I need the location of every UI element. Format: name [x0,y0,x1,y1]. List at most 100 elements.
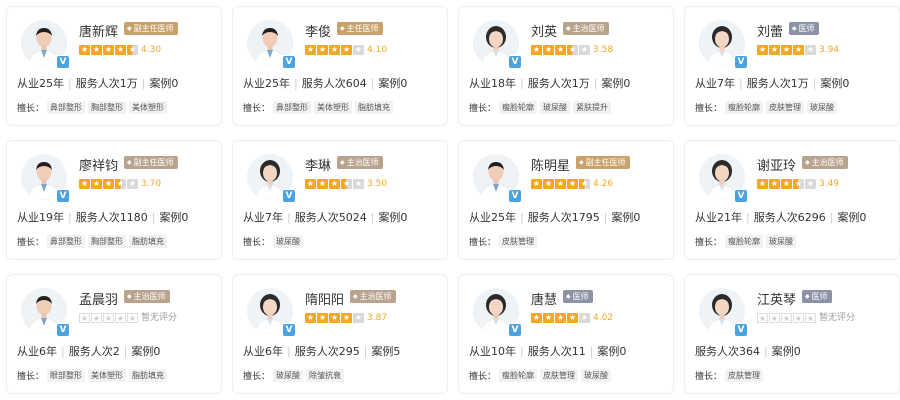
star-icon: ★ [769,313,780,323]
star-icon: ★ [103,313,114,323]
star-icon: ★ [805,313,816,323]
star-icon: ★ [793,179,804,189]
title-badge: 医师 [802,290,832,303]
divider: | [287,345,291,358]
doctor-card[interactable]: V谢亚玲主治医师★★★★★3.49从业21年|服务人次6296|案例0擅长：瘦脸… [684,140,900,260]
skill-tag[interactable]: 鼻部整形 [47,235,86,248]
divider: | [68,211,72,224]
skill-tag[interactable]: 美体塑形 [314,101,353,114]
skill-tag[interactable]: 鼻部整形 [273,101,312,114]
doctor-card[interactable]: V唐新辉副主任医师★★★★★4.30从业25年|服务人次1万|案例0擅长：鼻部整… [6,6,222,126]
skill-tag[interactable]: 胸部整形 [88,101,127,114]
skill-tag[interactable]: 皮肤管理 [725,369,764,382]
title-badge: 主治医师 [124,290,170,303]
skill-tag[interactable]: 美体塑形 [129,101,168,114]
star-icon: ★ [781,45,792,55]
doctor-card[interactable]: V孟晨羽主治医师★★★★★暂无评分从业6年|服务人次2|案例0擅长：眼部整形美体… [6,274,222,394]
verified-v-icon: V [56,323,70,337]
stat-item: 从业7年 [243,211,283,224]
stat-item: 服务人次1795 [527,211,600,224]
doctor-card[interactable]: V江英琴医师★★★★★暂无评分服务人次364|案例0擅长：皮肤管理 [684,274,900,394]
star-icon: ★ [79,179,90,189]
stat-item: 服务人次604 [301,77,367,90]
rating-stars: ★ ★ ★ ★ ★ [531,179,591,190]
skill-tag[interactable]: 玻尿酸 [581,369,612,382]
stat-item: 从业25年 [17,77,64,90]
skill-tag[interactable]: 皮肤管理 [540,369,579,382]
star-icon: ★ [305,45,316,55]
skill-tag[interactable]: 除皱抗衰 [306,369,345,382]
star-icon: ★ [531,45,542,55]
star-icon: ★ [543,179,554,189]
doctor-name[interactable]: 孟晨羽 [79,289,118,308]
doctor-name[interactable]: 陈明星 [531,155,570,174]
doctor-name[interactable]: 唐慧 [531,289,557,308]
doctor-stats: 从业7年 | 服务人次5024 | 案例0 [243,209,407,225]
skill-tag[interactable]: 瘦脸轮廓 [499,101,538,114]
stat-item: 从业7年 [695,77,735,90]
skill-tag[interactable]: 胸部整形 [88,235,127,248]
skill-tag[interactable]: 脂肪填充 [355,101,394,114]
doctor-name[interactable]: 江英琴 [757,289,796,308]
skills-label: 擅长： [695,104,723,114]
doctor-card[interactable]: V刘蕾医师★★★★★3.94从业7年|服务人次1万|案例0擅长：瘦脸轮廓皮肤管理… [684,6,900,126]
rating-score: 3.94 [819,45,840,55]
rating-stars: ★ ★ ★ ★ ★ [757,179,817,190]
doctor-name[interactable]: 刘蕾 [757,21,783,40]
rating-stars: ★ ★ ★ ★ ★ [531,313,591,324]
title-badge: 副主任医师 [576,156,630,169]
divider: | [287,211,291,224]
doctor-name[interactable]: 李琳 [305,155,331,174]
divider: | [370,211,375,224]
doctor-name[interactable]: 李俊 [305,21,331,40]
title-badge: 主治医师 [337,156,383,169]
doctor-name[interactable]: 隋阳阳 [305,289,344,308]
rating-score: 3.58 [593,45,614,55]
stat-item: 从业25年 [243,77,290,90]
doctor-stats: 从业25年 | 服务人次1万 | 案例0 [17,75,178,91]
skill-tag[interactable]: 脂肪填充 [129,235,168,248]
star-icon: ★ [341,179,352,189]
doctor-card[interactable]: V李俊主任医师★★★★★4.10从业25年|服务人次604|案例0擅长：鼻部整形… [232,6,448,126]
skill-tag[interactable]: 玻尿酸 [540,101,571,114]
doctor-card[interactable]: V廖祥钧副主任医师★★★★★3.70从业19年|服务人次1180|案例0擅长：鼻… [6,140,222,260]
doctor-card[interactable]: V刘英主治医师★★★★★3.58从业18年|服务人次1万|案例0擅长：瘦脸轮廓玻… [458,6,674,126]
star-icon: ★ [531,179,542,189]
star-icon: ★ [781,179,792,189]
skill-tag[interactable]: 玻尿酸 [807,101,838,114]
star-icon: ★ [579,45,590,55]
doctor-card[interactable]: V隋阳阳主治医师★★★★★3.87从业6年|服务人次295|案例5擅长：玻尿酸除… [232,274,448,394]
rating-stars: ★ ★ ★ ★ ★ [305,313,365,324]
skill-tag[interactable]: 瘦脸轮廓 [725,101,764,114]
star-icon: ★ [543,313,554,323]
skills-label: 擅长： [243,238,271,248]
skill-tag[interactable]: 玻尿酸 [273,369,304,382]
rating-score: 4.26 [593,179,614,189]
skill-tag[interactable]: 皮肤管理 [766,101,805,114]
doctor-name[interactable]: 谢亚玲 [757,155,796,174]
skill-tag[interactable]: 脂肪填充 [129,369,168,382]
skill-tag[interactable]: 玻尿酸 [766,235,797,248]
skill-tag[interactable]: 皮肤管理 [499,235,538,248]
doctor-card[interactable]: V唐慧医师★★★★★4.02从业10年|服务人次11|案例0擅长：瘦脸轮廓皮肤管… [458,274,674,394]
skill-tag[interactable]: 瘦脸轮廓 [725,235,764,248]
doctor-name[interactable]: 廖祥钧 [79,155,118,174]
doctor-name[interactable]: 唐新辉 [79,21,118,40]
doctor-card[interactable]: V李琳主治医师★★★★★3.50从业7年|服务人次5024|案例0擅长：玻尿酸 [232,140,448,260]
star-icon: ★ [805,179,816,189]
stat-item: 案例0 [601,77,631,90]
doctor-stats: 从业25年 | 服务人次1795 | 案例0 [469,209,640,225]
star-icon: ★ [127,45,138,55]
skill-tag[interactable]: 瘦脸轮廓 [499,369,538,382]
skills-row: 擅长： 玻尿酸 [243,231,304,250]
doctor-name[interactable]: 刘英 [531,21,557,40]
skill-tag[interactable]: 美体塑形 [88,369,127,382]
rating-stars: ★ ★ ★ ★ ★ [79,179,139,190]
title-badge: 主任医师 [337,22,383,35]
verified-v-icon: V [734,55,748,69]
skill-tag[interactable]: 玻尿酸 [273,235,304,248]
doctor-card[interactable]: V陈明星副主任医师★★★★★4.26从业25年|服务人次1795|案例0擅长：皮… [458,140,674,260]
skill-tag[interactable]: 眼部整形 [47,369,86,382]
skill-tag[interactable]: 鼻部整形 [47,101,86,114]
skill-tag[interactable]: 紧肤提升 [573,101,612,114]
